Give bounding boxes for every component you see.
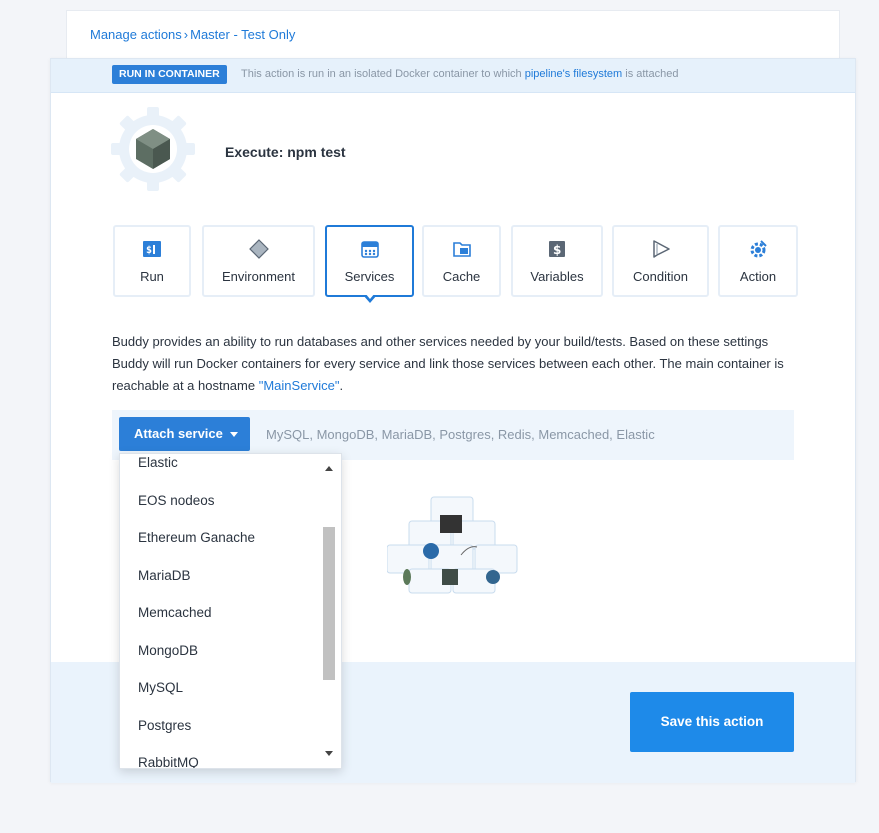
terminal-icon: $: [143, 241, 161, 257]
diamond-icon: [248, 239, 269, 259]
tab-variables-label: Variables: [530, 269, 584, 284]
service-option[interactable]: RabbitMQ: [120, 744, 320, 768]
action-logo-gear-icon: [111, 107, 195, 191]
service-option[interactable]: Postgres: [120, 707, 320, 745]
svg-text:$: $: [146, 245, 152, 256]
tab-run-label: Run: [140, 269, 164, 284]
dollar-icon: $: [549, 241, 565, 257]
container-notice: RUN IN CONTAINER This action is run in a…: [51, 59, 855, 93]
pipeline-filesystem-link[interactable]: pipeline's filesystem: [525, 68, 622, 80]
service-option[interactable]: MariaDB: [120, 557, 320, 595]
breadcrumb-pipeline[interactable]: Master - Test Only: [190, 27, 295, 42]
description-end: .: [339, 378, 344, 393]
service-option[interactable]: Ethereum Ganache: [120, 519, 320, 557]
play-icon: [652, 240, 670, 258]
run-in-container-badge: RUN IN CONTAINER: [112, 65, 227, 84]
attach-service-button[interactable]: Attach service: [119, 417, 250, 451]
dropdown-scrollbar[interactable]: [319, 454, 341, 768]
scroll-up-arrow-icon[interactable]: [325, 466, 333, 471]
tab-condition-label: Condition: [633, 269, 688, 284]
container-text-before: This action is run in an isolated Docker…: [241, 68, 522, 80]
chevron-down-icon: [230, 432, 238, 437]
tab-services[interactable]: Services: [325, 225, 414, 303]
tab-action-label: Action: [739, 269, 777, 284]
gear-icon: [750, 240, 767, 258]
tab-run[interactable]: $ Run: [113, 225, 191, 297]
description-text: Buddy provides an ability to run databas…: [112, 334, 784, 393]
services-description: Buddy provides an ability to run databas…: [112, 331, 802, 397]
save-action-button[interactable]: Save this action: [630, 692, 794, 752]
scroll-down-arrow-icon[interactable]: [325, 751, 333, 756]
scrollbar-thumb[interactable]: [323, 527, 335, 680]
service-dropdown: Elastic EOS nodeos Ethereum Ganache Mari…: [119, 453, 342, 769]
service-option[interactable]: MongoDB: [120, 632, 320, 670]
tab-environment[interactable]: Environment: [202, 225, 315, 297]
folder-icon: [452, 242, 471, 257]
breadcrumb-manage-actions[interactable]: Manage actions: [90, 27, 182, 42]
services-blocks-illustration: [387, 496, 518, 594]
container-notice-text: This action is run in an isolated Docker…: [241, 68, 678, 80]
tab-cache[interactable]: Cache: [422, 225, 501, 297]
breadcrumb: Manage actions › Master - Test Only: [90, 27, 295, 42]
active-tab-caret: [362, 293, 377, 303]
tab-environment-label: Environment: [222, 269, 295, 284]
tab-action[interactable]: Action: [718, 225, 798, 297]
tab-cache-label: Cache: [442, 269, 481, 284]
service-option[interactable]: EOS nodeos: [120, 482, 320, 520]
main-service-link[interactable]: "MainService": [259, 378, 340, 393]
services-icon: [360, 241, 379, 258]
tab-condition[interactable]: Condition: [612, 225, 709, 297]
tab-services-label: Services: [344, 269, 395, 284]
attach-service-hint: MySQL, MongoDB, MariaDB, Postgres, Redis…: [266, 427, 655, 442]
action-title: Execute: npm test: [225, 144, 346, 160]
breadcrumb-separator: ›: [183, 27, 189, 42]
service-options-list: Elastic EOS nodeos Ethereum Ganache Mari…: [120, 454, 320, 768]
service-option[interactable]: Elastic: [120, 454, 320, 482]
container-text-after: is attached: [625, 68, 679, 80]
service-option[interactable]: Memcached: [120, 594, 320, 632]
attach-service-label: Attach service: [134, 426, 223, 441]
service-option[interactable]: MySQL: [120, 669, 320, 707]
tab-variables[interactable]: $ Variables: [511, 225, 603, 297]
svg-text:$: $: [553, 243, 561, 257]
